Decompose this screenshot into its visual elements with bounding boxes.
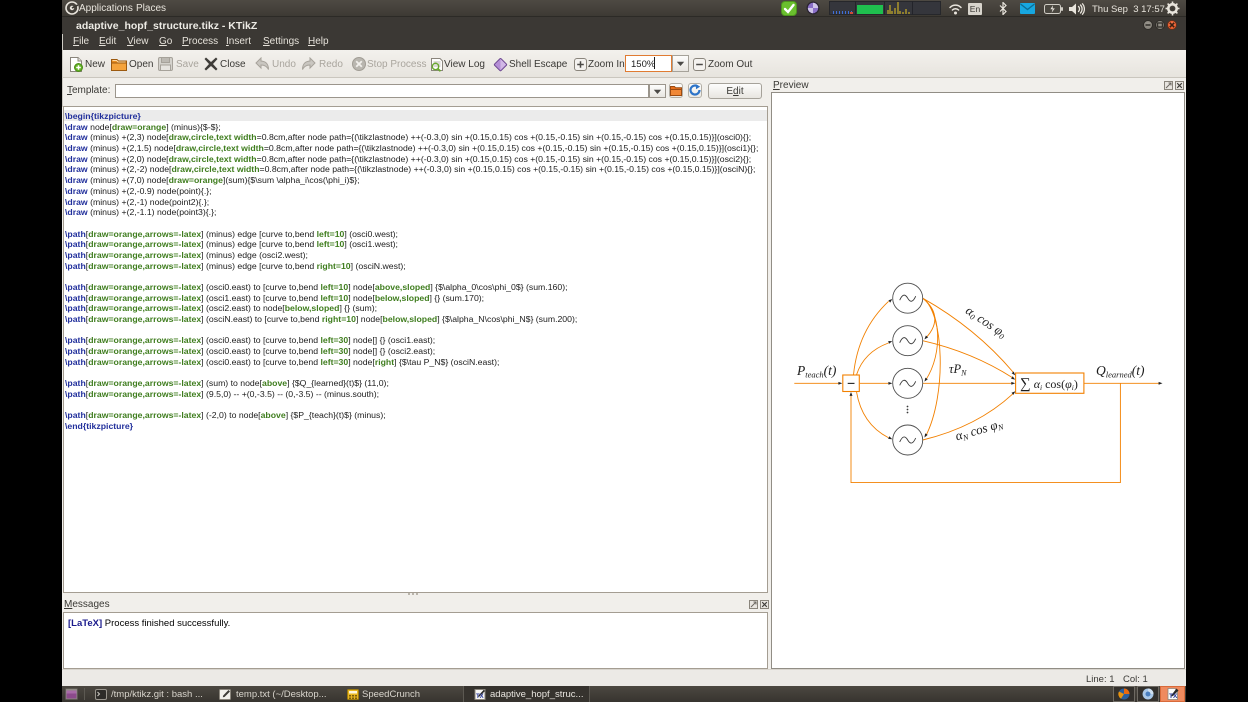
svg-text:αN cos φN: αN cos φN xyxy=(953,415,1005,444)
svg-text:∑ αi cos(φi): ∑ αi cos(φi) xyxy=(1020,376,1078,392)
svg-text:α0 cos φ0: α0 cos φ0 xyxy=(963,303,1010,342)
svg-text:TX: TX xyxy=(476,694,484,700)
svg-text:Pteach(t): Pteach(t) xyxy=(796,363,837,380)
svg-text:Qlearned(t): Qlearned(t) xyxy=(1096,363,1145,380)
svg-text:TX: TX xyxy=(1169,693,1178,700)
svg-text:τPN: τPN xyxy=(949,362,967,378)
